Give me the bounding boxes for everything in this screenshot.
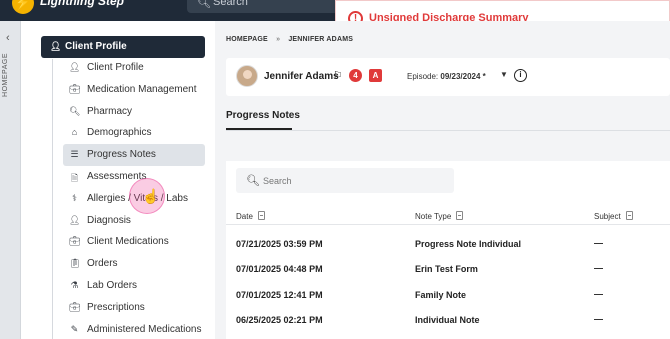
sidebar-item-prescriptions[interactable]: 💼︎ Prescriptions — [63, 297, 205, 319]
client-name: Jennifer Adams — [264, 71, 339, 82]
search-icon: 🔍︎ — [69, 105, 81, 116]
cell-subject: — — [594, 238, 603, 248]
episode-selector[interactable]: Episode: 09/23/2024 * — [407, 72, 486, 81]
tree-line — [52, 59, 53, 339]
person-icon: 👤︎ — [69, 214, 81, 225]
alert-count-badge[interactable]: 4 — [349, 69, 362, 82]
briefcase-icon: 💼︎ — [69, 236, 81, 247]
notes-search-input[interactable]: 🔍︎ Search — [236, 168, 454, 193]
person-icon: 👤︎ — [69, 62, 81, 72]
sidebar-item-orders[interactable]: 📋︎ Orders — [63, 253, 205, 275]
sidebar-item-lab-orders[interactable]: ⚗ Lab Orders — [63, 275, 205, 297]
column-header-label: Note Type — [415, 212, 452, 221]
sidebar-item-client-medications[interactable]: 💼︎ Client Medications — [63, 231, 205, 253]
sidebar-item-diagnosis[interactable]: 👤︎ Diagnosis — [63, 210, 205, 232]
avatar — [236, 65, 258, 87]
chevron-left-icon[interactable]: ‹ — [6, 32, 10, 44]
rail-label: HOMEPAGE — [2, 53, 9, 97]
column-header-label: Subject — [594, 212, 621, 221]
app-name: Lightning Step — [40, 0, 124, 8]
tab-divider — [226, 130, 670, 131]
search-icon: 🔍︎ — [197, 0, 211, 9]
sidebar: 👤︎ Client Profile 👤︎ Client Profile 💼︎ Medi… — [21, 21, 215, 339]
sidebar-item-progress-notes[interactable]: ☰ Progress Notes — [63, 144, 205, 167]
tab-progress-notes[interactable]: Progress Notes — [226, 110, 300, 121]
filter-icon[interactable] — [625, 211, 633, 220]
table-row[interactable]: 06/25/2025 02:21 PM Individual Note — — [226, 308, 670, 333]
filter-icon[interactable] — [456, 211, 464, 220]
sidebar-item-client-profile[interactable]: 👤︎ Client Profile — [63, 57, 205, 79]
cell-date: 06/25/2025 02:21 PM — [236, 314, 323, 325]
hand-cursor-icon: ☝ — [142, 188, 160, 204]
filter-icon[interactable] — [257, 211, 265, 220]
sidebar-header-client-profile[interactable]: 👤︎ Client Profile — [41, 36, 205, 58]
cell-note-type: Erin Test Form — [415, 264, 478, 275]
syringe-icon: ✎ — [70, 323, 79, 334]
flask-icon: ⚗ — [70, 280, 79, 290]
flag-icon[interactable]: ⚐ — [333, 69, 343, 82]
sidebar-item-label: Prescriptions — [87, 301, 145, 313]
breadcrumb-home[interactable]: HOMEPAGE — [226, 36, 268, 43]
sidebar-item-label: Pharmacy — [87, 105, 133, 117]
cell-note-type: Individual Note — [415, 314, 480, 325]
main-content: HOMEPAGE » JENNIFER ADAMS Jennifer Adams… — [215, 21, 670, 339]
table-row[interactable]: 07/01/2025 04:48 PM Erin Test Form — — [226, 257, 670, 282]
breadcrumb-current: JENNIFER ADAMS — [288, 36, 354, 43]
briefcase-icon: 💼︎ — [69, 83, 81, 94]
table-header-divider — [226, 224, 670, 225]
column-header-subject[interactable]: Subject — [594, 211, 633, 221]
sidebar-item-label: Progress Notes — [87, 149, 156, 161]
search-icon: 🔍︎ — [246, 175, 260, 187]
lightning-logo-icon: ⚡ — [12, 0, 34, 14]
breadcrumb: HOMEPAGE » JENNIFER ADAMS — [226, 36, 359, 43]
episode-label: Episode: — [407, 72, 439, 81]
sidebar-item-medication-management[interactable]: 💼︎ Medication Management — [63, 79, 205, 101]
cell-subject: — — [594, 263, 603, 274]
sidebar-item-administered-medications[interactable]: ✎ Administered Medications — [63, 319, 205, 339]
sidebar-item-pharmacy[interactable]: 🔍︎ Pharmacy — [63, 101, 205, 123]
column-header-label: Date — [236, 212, 253, 221]
notes-search-placeholder: Search — [263, 176, 292, 186]
episode-value: 09/23/2024 * — [440, 72, 486, 81]
chevron-down-icon[interactable]: ▼ — [500, 70, 508, 79]
sidebar-item-label: Orders — [87, 258, 118, 270]
sidebar-item-label: Medication Management — [87, 83, 197, 95]
collapse-rail[interactable]: ‹ HOMEPAGE — [0, 21, 21, 339]
sidebar-item-label: Client Profile — [87, 62, 144, 73]
cell-note-type: Progress Note Individual — [415, 239, 522, 249]
status-badge[interactable]: A — [369, 69, 382, 82]
cell-note-type: Family Note — [415, 289, 467, 300]
document-icon: 🗎 — [70, 173, 79, 183]
sidebar-header-label: Client Profile — [65, 41, 127, 52]
cell-subject: — — [594, 313, 603, 324]
global-search-placeholder: Search — [213, 0, 248, 8]
sidebar-item-label: Lab Orders — [87, 280, 138, 291]
clipboard-icon: 📋︎ — [69, 258, 81, 269]
notes-panel: 🔍︎ Search Date Note Type Subject 07/21/2… — [226, 161, 670, 339]
list-icon: ☰ — [70, 149, 79, 160]
cell-date: 07/01/2025 12:41 PM — [236, 289, 323, 300]
sidebar-item-label: Administered Medications — [87, 323, 202, 335]
cell-date: 07/01/2025 04:48 PM — [236, 264, 323, 275]
breadcrumb-separator: » — [276, 36, 281, 43]
column-header-date[interactable]: Date — [236, 211, 265, 221]
client-header: Jennifer Adams ⚐ 4 A Episode: 09/23/2024… — [226, 58, 670, 96]
briefcase-icon: 💼︎ — [69, 301, 81, 312]
column-header-note-type[interactable]: Note Type — [415, 211, 464, 221]
home-icon: ⌂ — [71, 127, 78, 138]
table-row[interactable]: 07/01/2025 12:41 PM Family Note — — [226, 283, 670, 308]
person-icon: 👤︎ — [50, 41, 62, 51]
sidebar-item-label: Demographics — [87, 127, 152, 139]
stethoscope-icon: ⚕ — [72, 192, 77, 203]
sidebar-item-label: Diagnosis — [87, 214, 131, 226]
cell-date: 07/21/2025 03:59 PM — [236, 239, 323, 249]
info-icon[interactable]: i — [514, 69, 527, 82]
sidebar-item-demographics[interactable]: ⌂ Demographics — [63, 122, 205, 144]
table-row[interactable]: 07/21/2025 03:59 PM Progress Note Individ… — [226, 232, 670, 257]
global-search-input[interactable]: 🔍︎ Search — [187, 0, 347, 13]
sidebar-item-label: Client Medications — [87, 236, 169, 248]
cell-subject: — — [594, 288, 603, 299]
